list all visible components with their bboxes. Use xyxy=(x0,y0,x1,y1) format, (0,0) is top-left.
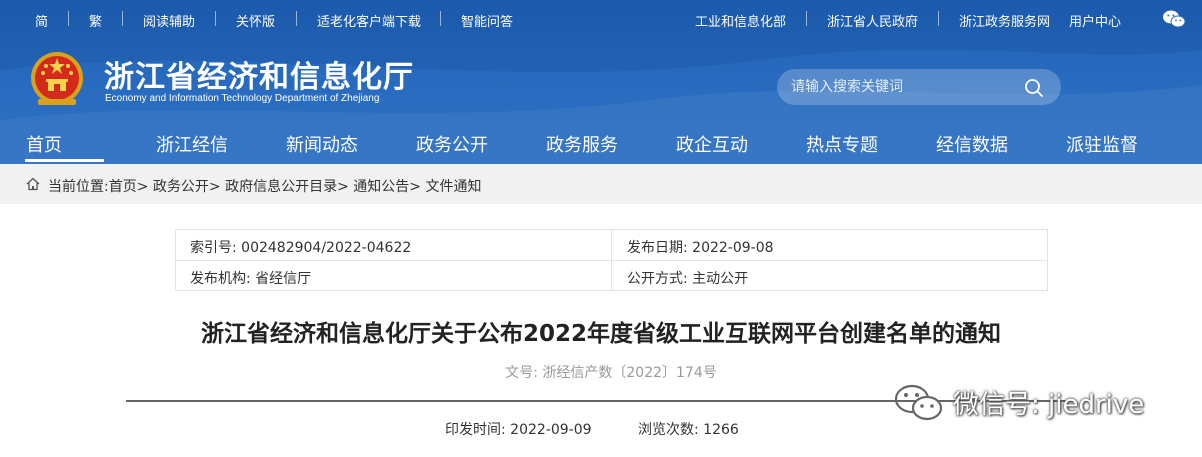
search-icon[interactable] xyxy=(1023,77,1045,99)
view-count: 浏览次数: 1266 xyxy=(638,422,739,438)
nav-active-indicator xyxy=(25,159,104,162)
breadcrumb-gov-affairs[interactable]: 政务公开 xyxy=(153,179,209,195)
breadcrumb-separator: > xyxy=(337,179,354,195)
smart-qa-link[interactable]: 智能问答 xyxy=(461,11,513,30)
zj-service-link[interactable]: 浙江政务服务网 xyxy=(959,11,1050,30)
site-subtitle: Economy and Information Technology Depar… xyxy=(105,93,380,104)
breadcrumb-notices[interactable]: 通知公告 xyxy=(353,179,409,195)
elderly-client-download-link[interactable]: 适老化客户端下载 xyxy=(317,11,421,30)
home-icon xyxy=(26,177,40,191)
breadcrumb-separator: > xyxy=(409,179,426,195)
divider xyxy=(215,11,216,26)
national-emblem-logo xyxy=(31,52,83,105)
breadcrumb-info-directory[interactable]: 政府信息公开目录 xyxy=(225,179,337,195)
breadcrumb-prefix: 当前位置: xyxy=(48,179,109,195)
user-center-link[interactable]: 用户中心 xyxy=(1069,11,1121,30)
traditional-chinese-link[interactable]: 繁 xyxy=(89,11,102,30)
publish-date: 发布日期: 2022-09-08 xyxy=(627,240,774,256)
divider xyxy=(938,11,939,26)
site-header: 简 繁 阅读辅助 关怀版 适老化客户端下载 智能问答 工业和信息化部 浙江省人民… xyxy=(0,0,1202,164)
nav-gov-services[interactable]: 政务服务 xyxy=(546,131,618,157)
divider xyxy=(440,11,441,26)
breadcrumb: 当前位置:首页> 政务公开> 政府信息公开目录> 通知公告> 文件通知 xyxy=(0,164,1202,204)
nav-interaction[interactable]: 政企互动 xyxy=(676,131,748,157)
divider xyxy=(296,11,297,26)
wechat-watermark-icon xyxy=(894,384,943,421)
document-title: 浙江省经济和信息化厅关于公布2022年度省级工业互联网平台创建名单的通知 xyxy=(200,321,1001,347)
breadcrumb-file-notices[interactable]: 文件通知 xyxy=(425,179,481,195)
simplified-chinese-link[interactable]: 简 xyxy=(35,11,48,30)
nav-zhejiang-jingxin[interactable]: 浙江经信 xyxy=(156,131,228,157)
nav-supervision[interactable]: 派驻监督 xyxy=(1066,131,1138,157)
breadcrumb-home[interactable]: 首页 xyxy=(109,179,137,195)
watermark-text: 微信号: jiedrive xyxy=(953,390,1145,420)
document-meta-table: 索引号: 002482904/2022-04622 发布日期: 2022-09-… xyxy=(175,229,1048,291)
nav-news[interactable]: 新闻动态 xyxy=(286,131,358,157)
divider xyxy=(68,11,69,26)
publishing-agency: 发布机构: 省经信厅 xyxy=(190,271,312,287)
nav-data[interactable]: 经信数据 xyxy=(936,131,1008,157)
issue-time: 印发时间: 2022-09-09 xyxy=(445,422,592,438)
search-box xyxy=(777,69,1061,105)
index-number: 索引号: 002482904/2022-04622 xyxy=(190,240,412,256)
site-title[interactable]: 浙江省经济和信息化厅 xyxy=(104,52,414,96)
divider xyxy=(122,11,123,26)
table-column-divider xyxy=(611,230,612,290)
breadcrumb-separator: > xyxy=(136,179,153,195)
zhejiang-gov-link[interactable]: 浙江省人民政府 xyxy=(827,11,918,30)
top-utility-bar: 简 繁 阅读辅助 关怀版 适老化客户端下载 智能问答 工业和信息化部 浙江省人民… xyxy=(0,0,1202,38)
reading-aid-link[interactable]: 阅读辅助 xyxy=(143,11,195,30)
divider xyxy=(806,11,807,26)
nav-home[interactable]: 首页 xyxy=(26,131,62,157)
nav-gov-affairs-open[interactable]: 政务公开 xyxy=(416,131,488,157)
breadcrumb-separator: > xyxy=(208,179,226,195)
miit-link[interactable]: 工业和信息化部 xyxy=(695,11,786,30)
search-input[interactable] xyxy=(791,77,1021,97)
disclosure-method: 公开方式: 主动公开 xyxy=(627,271,749,287)
wechat-icon[interactable] xyxy=(1162,9,1186,29)
care-version-link[interactable]: 关怀版 xyxy=(236,11,275,30)
nav-hot-topics[interactable]: 热点专题 xyxy=(806,131,878,157)
wechat-watermark: 微信号: jiedrive xyxy=(893,378,1173,428)
